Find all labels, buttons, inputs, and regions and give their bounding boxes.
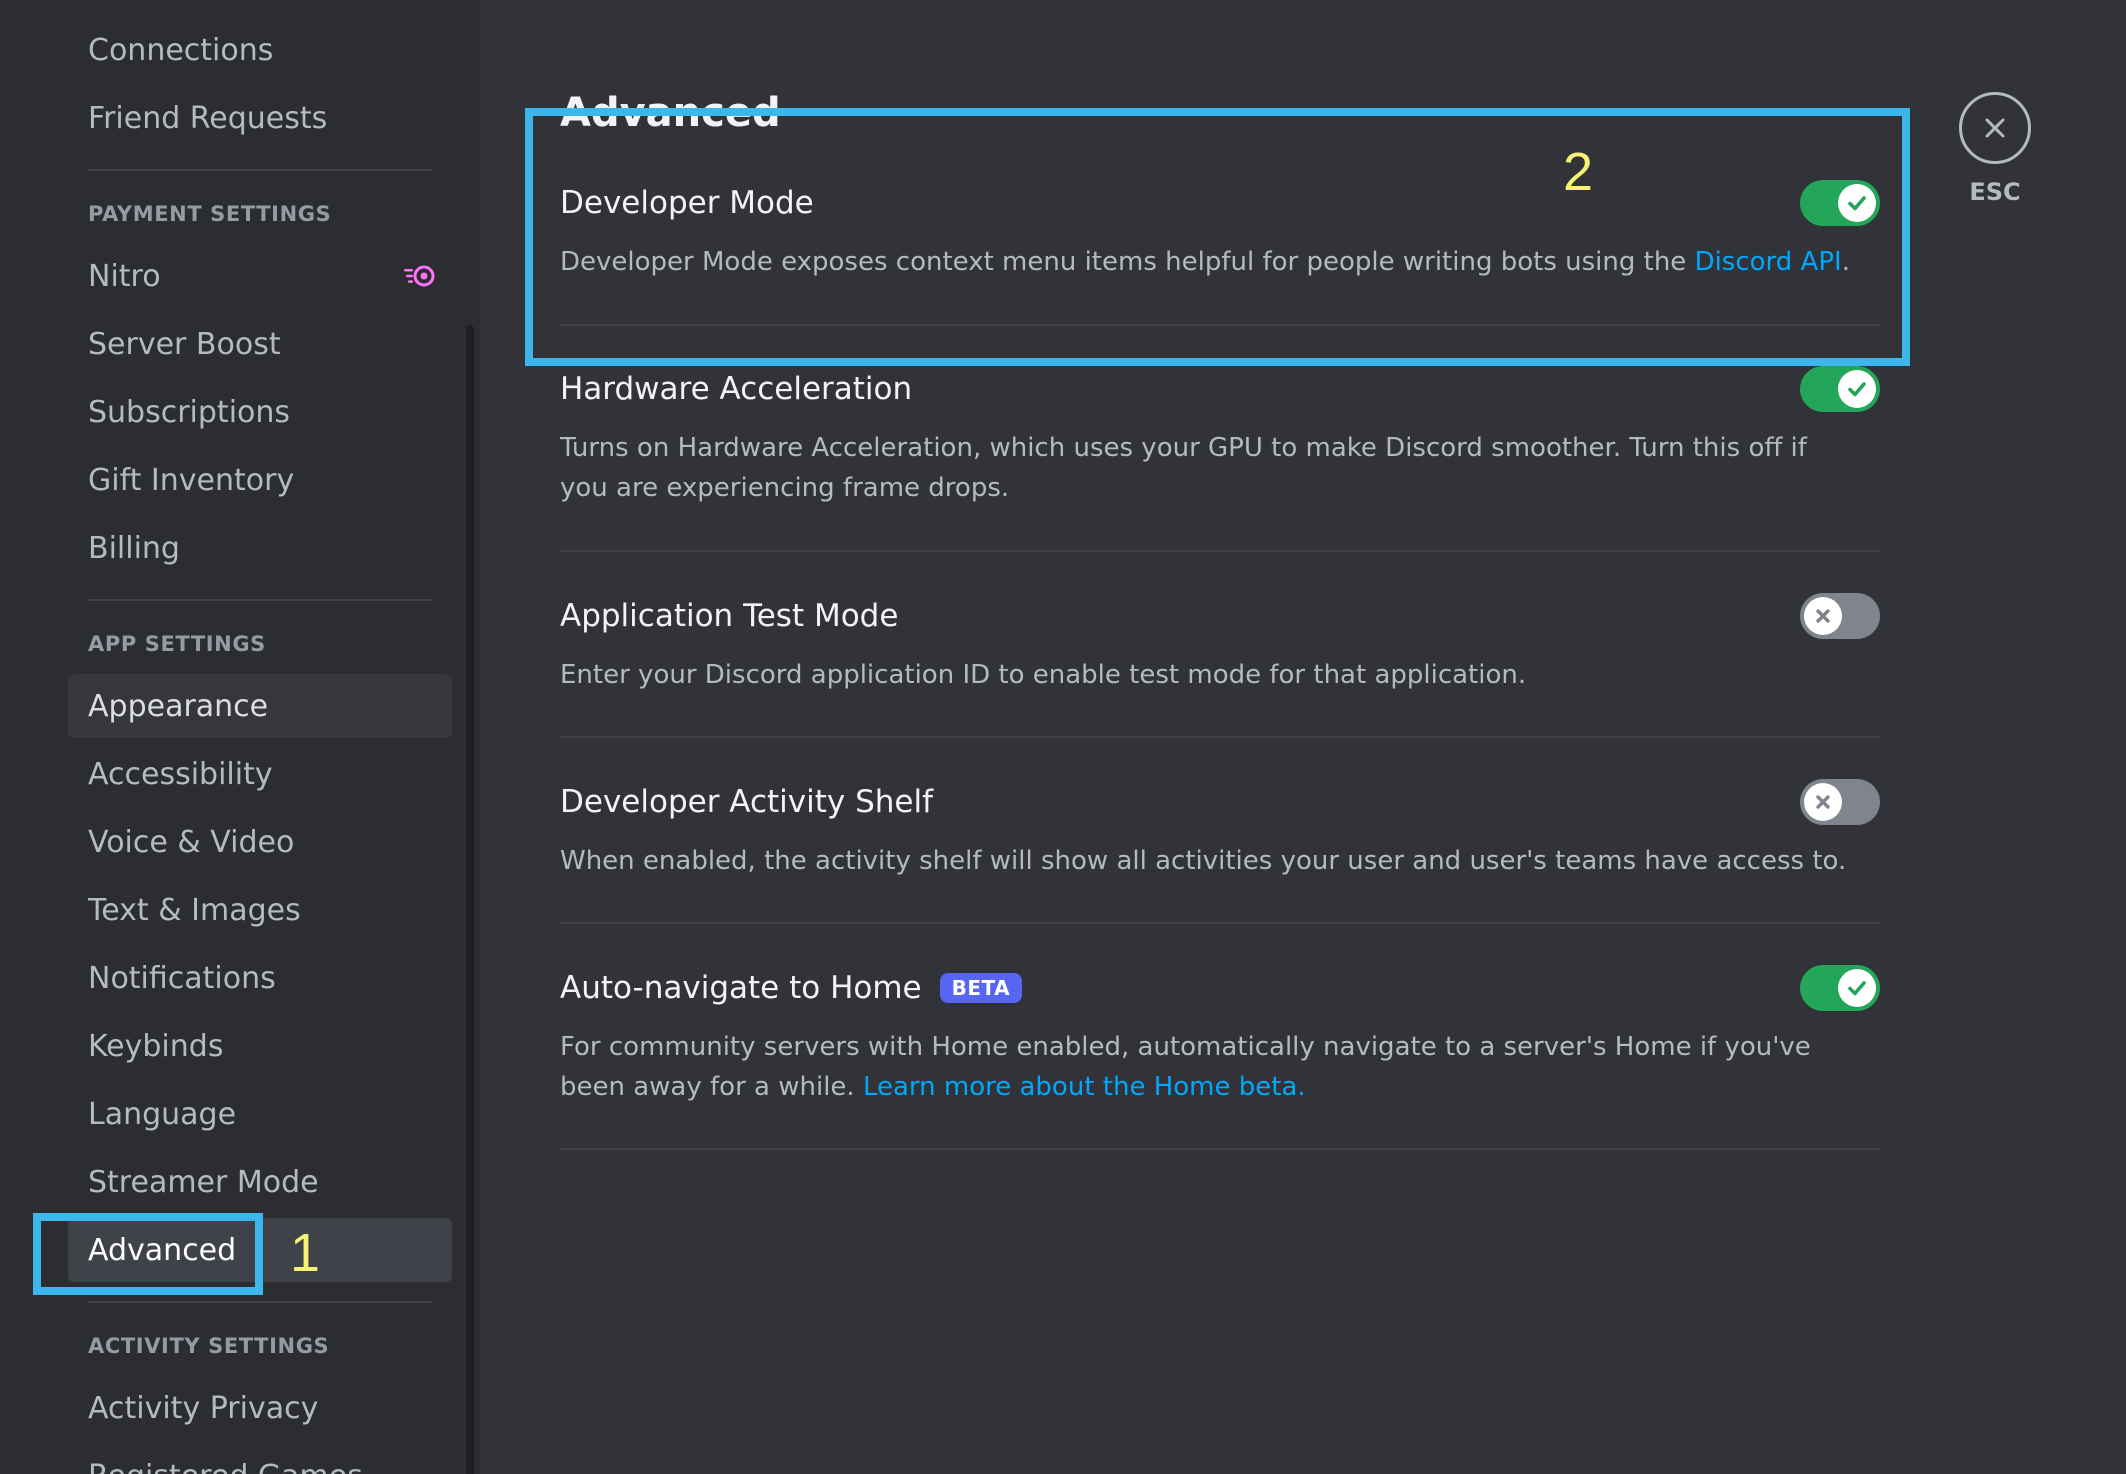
developer-activity-shelf-toggle[interactable] [1800,779,1880,825]
sidebar-item-gift-inventory[interactable]: Gift Inventory [68,448,452,512]
sidebar-scrollbar[interactable] [466,325,474,1474]
section-header-payment-settings: PAYMENT SETTINGS [88,202,332,226]
sidebar-item-friend-requests[interactable]: Friend Requests [68,86,452,150]
row-separator [560,1148,1880,1150]
sidebar-separator [88,169,432,171]
sidebar-item-voice-video[interactable]: Voice & Video [68,810,452,874]
sidebar-item-streamer-mode[interactable]: Streamer Mode [68,1150,452,1214]
setting-description: Turns on Hardware Acceleration, which us… [560,433,1807,503]
sidebar-item-label: Notifications [88,960,276,996]
beta-badge: BETA [939,973,1023,1003]
setting-description: Enter your Discord application ID to ena… [560,660,1527,690]
annotation-number-1: 1 [290,1223,321,1283]
sidebar-item-nitro[interactable]: Nitro [68,244,452,308]
annotation-number-2: 2 [1563,142,1594,202]
setting-description: For community servers with Home enabled,… [560,1027,1860,1107]
sidebar-item-label: Registered Games [88,1459,363,1474]
toggle-knob [1838,969,1876,1007]
home-beta-link[interactable]: Learn more about the Home beta. [863,1072,1306,1102]
section-header-activity-settings: ACTIVITY SETTINGS [88,1334,330,1358]
sidebar-item-label: Streamer Mode [88,1164,319,1200]
sidebar-separator [88,1301,432,1303]
sidebar-item-label: Language [88,1096,237,1132]
sidebar-item-label: Subscriptions [88,394,291,430]
setting-title-text: Application Test Mode [560,598,899,634]
auto-navigate-home-toggle[interactable] [1800,965,1880,1011]
sidebar-item-label: Nitro [88,258,161,294]
setting-title: Hardware Acceleration [560,364,912,414]
x-icon [1816,609,1830,623]
sidebar-item-language[interactable]: Language [68,1082,452,1146]
section-header-app-settings: APP SETTINGS [88,632,266,656]
row-separator [560,736,1880,738]
setting-title: Auto-navigate to Home BETA [560,963,1023,1013]
setting-title-text: Auto-navigate to Home [560,970,922,1006]
toggle-knob [1804,597,1842,635]
sidebar-item-appearance[interactable]: Appearance [68,674,452,738]
annotation-box-1 [33,1213,263,1295]
toggle-knob [1804,783,1842,821]
sidebar-item-label: Server Boost [88,326,281,362]
hardware-acceleration-toggle[interactable] [1800,366,1880,412]
setting-title: Application Test Mode [560,591,898,641]
sidebar-item-text-images[interactable]: Text & Images [68,878,452,942]
sidebar-item-server-boost[interactable]: Server Boost [68,312,452,376]
sidebar-separator [88,599,432,601]
esc-label: ESC [1969,178,2021,206]
sidebar-item-label: Appearance [88,688,269,724]
setting-auto-navigate-home: Auto-navigate to Home BETA For community… [560,963,1880,1153]
setting-hardware-acceleration: Hardware Acceleration Turns on Hardware … [560,364,1880,554]
sidebar-item-subscriptions[interactable]: Subscriptions [68,380,452,444]
setting-developer-activity-shelf: Developer Activity Shelf When enabled, t… [560,777,1880,927]
row-separator [560,922,1880,924]
sidebar-item-notifications[interactable]: Notifications [68,946,452,1010]
sidebar-item-label: Gift Inventory [88,462,295,498]
setting-title-text: Developer Activity Shelf [560,784,933,820]
close-button[interactable] [1959,92,2031,164]
setting-description: When enabled, the activity shelf will sh… [560,846,1847,876]
sidebar-item-registered-games[interactable]: Registered Games [68,1444,452,1474]
sidebar-item-accessibility[interactable]: Accessibility [68,742,452,806]
sidebar-item-keybinds[interactable]: Keybinds [68,1014,452,1078]
sidebar-item-label: Keybinds [88,1028,224,1064]
sidebar-item-label: Connections [88,32,274,68]
x-icon [1816,795,1830,809]
checkmark-icon [1848,981,1866,996]
sidebar-item-label: Voice & Video [88,824,295,860]
sidebar-item-label: Billing [88,530,180,566]
annotation-box-2 [525,108,1910,366]
checkmark-icon [1848,382,1866,397]
setting-title: Developer Activity Shelf [560,777,933,827]
close-icon [1985,118,2005,138]
sidebar-item-label: Text & Images [88,892,301,928]
setting-application-test-mode: Application Test Mode Enter your Discord… [560,591,1880,741]
setting-title-text: Hardware Acceleration [560,371,913,407]
nitro-icon [404,265,435,287]
application-test-mode-toggle[interactable] [1800,593,1880,639]
sidebar-item-label: Accessibility [88,756,273,792]
sidebar-item-activity-privacy[interactable]: Activity Privacy [68,1376,452,1440]
sidebar-item-connections[interactable]: Connections [68,18,452,82]
row-separator [560,550,1880,552]
sidebar-item-label: Activity Privacy [88,1390,319,1426]
toggle-knob [1838,370,1876,408]
sidebar-item-billing[interactable]: Billing [68,516,452,580]
sidebar-item-label: Friend Requests [88,100,328,136]
